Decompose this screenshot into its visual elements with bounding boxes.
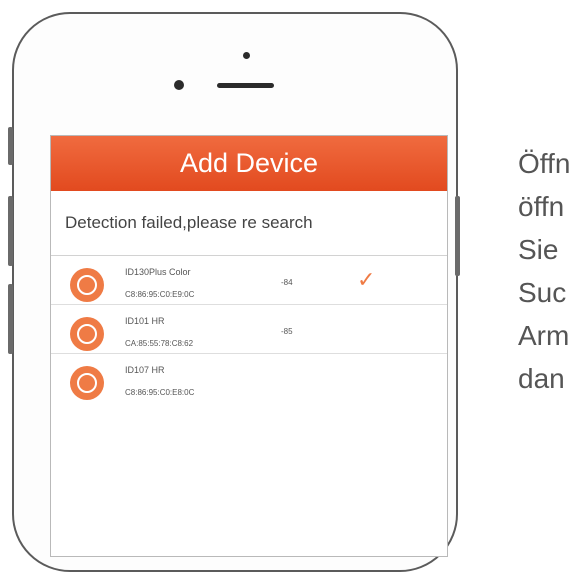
page-title: Add Device [51,136,447,191]
device-signal: -84 [281,278,293,287]
device-row-3[interactable]: ID107 HR C8:86:95:C0:E8:0C [51,354,447,402]
device-row-1[interactable]: ID130Plus Color C8:86:95:C0:E9:0C -84 ✓ [51,256,447,305]
device-name: ID107 HR [125,365,165,375]
device-logo-icon [70,317,104,351]
proximity-sensor [174,80,184,90]
instruction-line: Suc [518,277,567,308]
instruction-line: Arm [518,320,570,351]
phone-screen: Add Device Detection failed,please re se… [50,135,448,557]
device-name: ID130Plus Color [125,267,191,277]
instruction-line: Öffn [518,148,571,179]
front-camera [243,52,250,59]
side-button [455,196,460,276]
instruction-line: Sie [518,234,559,265]
checkmark-icon: ✓ [357,267,376,292]
instruction-line: dan [518,363,565,394]
detection-status-message[interactable]: Detection failed,please re search [51,191,447,256]
earpiece-speaker [217,83,274,88]
device-mac: CA:85:55:78:C8:62 [125,339,194,348]
instruction-line: öffn [518,191,565,222]
device-mac: C8:86:95:C0:E9:0C [125,290,195,299]
side-button [8,196,13,266]
device-logo-icon [70,268,104,302]
side-button [8,127,13,165]
side-button [8,284,13,354]
instruction-text: Öffn öffn Sie Suc Arm dan [518,142,570,400]
device-signal: -85 [281,327,293,336]
phone-frame: Add Device Detection failed,please re se… [8,12,460,572]
device-mac: C8:86:95:C0:E8:0C [125,388,195,397]
device-row-2[interactable]: ID101 HR CA:85:55:78:C8:62 -85 [51,305,447,354]
device-logo-icon [70,366,104,400]
device-name: ID101 HR [125,316,165,326]
